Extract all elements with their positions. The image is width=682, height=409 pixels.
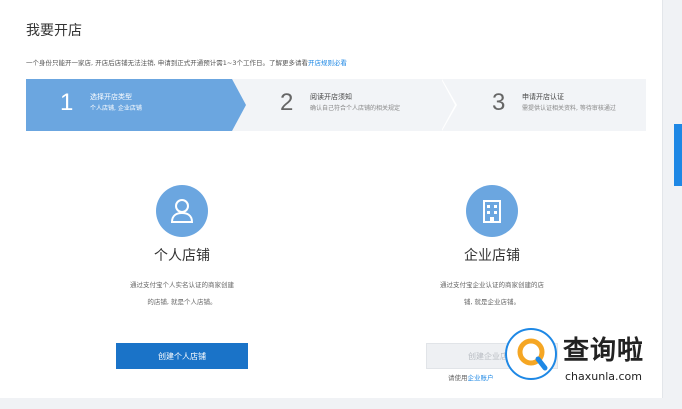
- step-1-title: 选择开店类型: [90, 93, 132, 101]
- rules-link[interactable]: 开店规则必看: [308, 59, 347, 67]
- step-1-number: 1: [60, 89, 74, 116]
- page-title: 我要开店: [26, 23, 82, 39]
- personal-desc-line-2: 的店铺, 就是个人店铺。: [147, 298, 217, 306]
- enterprise-store-desc: 通过支付宝企业认证的商家创建的店 铺, 就是企业店铺。: [392, 277, 592, 311]
- step-2-title: 阅读开店须知: [310, 93, 352, 101]
- step-2-number: 2: [280, 89, 294, 116]
- personal-store-card: 个人店铺 通过支付宝个人实名认证的商家创建 的店铺, 就是个人店铺。: [82, 185, 282, 311]
- step-3-title: 申请开店认证: [522, 93, 564, 101]
- step-2-arrow: [441, 79, 455, 131]
- person-icon: [156, 185, 208, 237]
- side-float-tab[interactable]: [674, 124, 682, 186]
- step-1-desc: 个人店铺, 企业店铺: [90, 105, 142, 112]
- step-1: 1 选择开店类型 个人店铺, 企业店铺: [26, 79, 232, 131]
- enterprise-hint-text: 请使用: [448, 374, 468, 382]
- watermark: 查询啦 chaxunla.com: [505, 328, 671, 386]
- enterprise-hint: 请使用企业账户: [448, 372, 494, 382]
- enterprise-store-title: 企业店铺: [464, 248, 520, 264]
- step-3-desc: 需提供认证相关资料, 等待审核通过: [522, 105, 616, 112]
- personal-desc-line-1: 通过支付宝个人实名认证的商家创建: [130, 281, 234, 289]
- building-icon: [466, 185, 518, 237]
- watermark-logo-icon: [505, 328, 557, 380]
- create-personal-store-button[interactable]: 创建个人店铺: [116, 343, 248, 369]
- step-2-desc: 确认自己符合个人店铺的相关规定: [310, 105, 401, 112]
- enterprise-account-link[interactable]: 企业账户: [468, 374, 494, 382]
- notice-body: 一个身份只能开一家店, 开店后店铺无法注销, 申请到正式开通预计需1~3个工作日…: [26, 59, 308, 67]
- notice-text: 一个身份只能开一家店, 开店后店铺无法注销, 申请到正式开通预计需1~3个工作日…: [26, 57, 347, 67]
- page: 我要开店 一个身份只能开一家店, 开店后店铺无法注销, 申请到正式开通预计需1~…: [0, 0, 682, 409]
- step-3-number: 3: [492, 89, 506, 116]
- step-3: 3 申请开店认证 需提供认证相关资料, 等待审核通过: [442, 79, 646, 131]
- enterprise-desc-line-1: 通过支付宝企业认证的商家创建的店: [440, 281, 544, 289]
- personal-store-title: 个人店铺: [154, 248, 210, 264]
- personal-store-desc: 通过支付宝个人实名认证的商家创建 的店铺, 就是个人店铺。: [82, 277, 282, 311]
- watermark-url: chaxunla.com: [565, 370, 642, 383]
- enterprise-desc-line-2: 铺, 就是企业店铺。: [463, 298, 521, 306]
- step-1-arrow: [232, 79, 246, 131]
- step-2: 2 阅读开店须知 确认自己符合个人店铺的相关规定: [232, 79, 442, 131]
- enterprise-store-card: 企业店铺 通过支付宝企业认证的商家创建的店 铺, 就是企业店铺。: [392, 185, 592, 311]
- watermark-text: 查询啦: [563, 336, 645, 366]
- step-progress: 1 选择开店类型 个人店铺, 企业店铺 2 阅读开店须知 确认自己符合个人店铺的…: [26, 79, 646, 131]
- bottom-divider: [0, 398, 682, 409]
